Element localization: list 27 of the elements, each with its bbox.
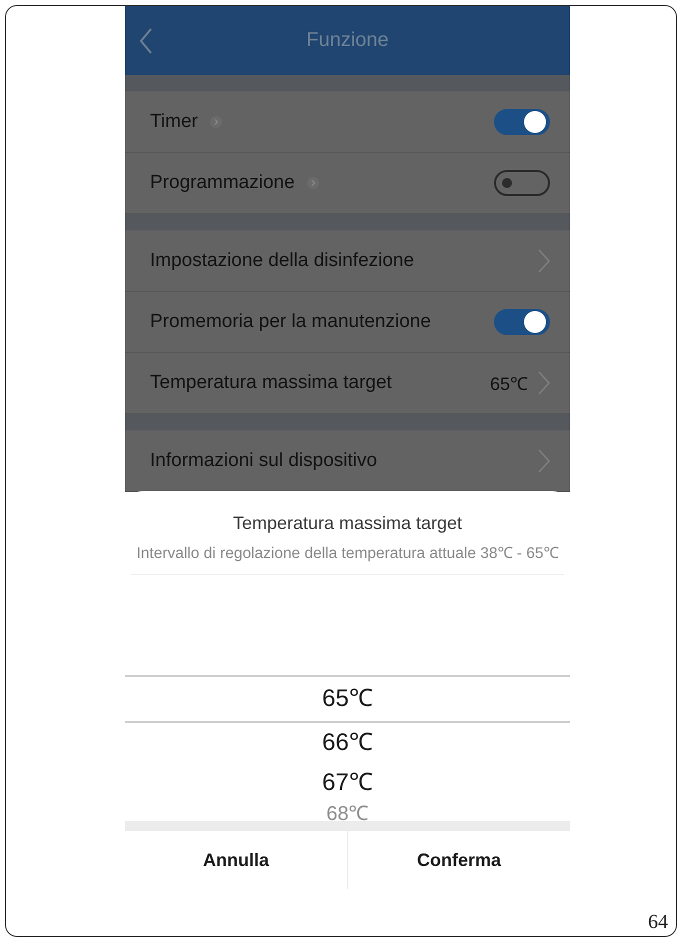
settings-row[interactable]: Timer [125, 92, 570, 153]
row-label: Impostazione della disinfezione [150, 250, 414, 272]
picker-option[interactable]: 65℃ [125, 675, 570, 723]
row-label: Programmazione [150, 172, 295, 194]
toggle-switch[interactable] [494, 109, 550, 135]
chevron-icon [538, 371, 550, 395]
toggle-switch[interactable] [494, 170, 550, 196]
chevron-icon [538, 249, 550, 273]
settings-row[interactable]: Temperatura massima target 65℃ [125, 353, 570, 414]
row-label: Timer [150, 111, 198, 133]
picker-option[interactable]: 68℃ [125, 803, 570, 821]
page-number: 64 [648, 911, 668, 934]
row-value: 65℃ [490, 373, 528, 395]
row-label: Informazioni sul dispositivo [150, 450, 378, 472]
settings-row[interactable]: Informazioni sul dispositivo [125, 431, 570, 492]
chevron-icon [538, 449, 550, 473]
row-label: Temperatura massima target [150, 372, 392, 394]
settings-row[interactable]: Promemoria per la manutenzione [125, 292, 570, 353]
picker-option[interactable]: 66℃ [125, 723, 570, 763]
settings-row[interactable]: Impostazione della disinfezione [125, 231, 570, 292]
settings-row[interactable]: Programmazione [125, 153, 570, 214]
picker-option[interactable]: 67℃ [125, 763, 570, 803]
sheet-title: Temperatura massima target [232, 513, 464, 534]
screen-title: Funzione [306, 29, 389, 52]
sheet-subtitle: Intervallo di regolazione della temperatura attuale 38℃ - 65℃ [131, 544, 564, 575]
row-label: Promemoria per la manutenzione [150, 311, 431, 333]
toggle-switch[interactable] [494, 309, 550, 335]
